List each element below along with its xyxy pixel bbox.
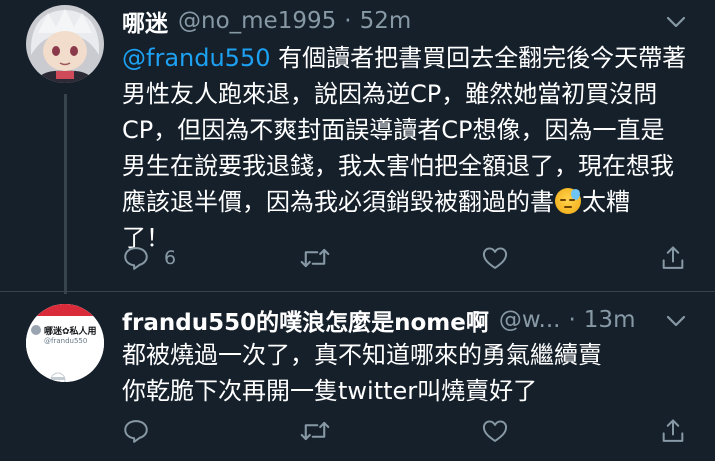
share-icon <box>659 417 687 445</box>
mention-link[interactable]: @frandu550 <box>122 44 271 72</box>
retweet-icon <box>300 417 330 445</box>
avatar[interactable] <box>26 5 104 83</box>
tweet-text-line-2: 男性友人跑來退，說因為逆CP，雖然她當初買沒問 <box>122 80 658 108</box>
reply-icon <box>122 244 150 272</box>
separator-dot: · <box>344 8 352 34</box>
timestamp[interactable]: 52m <box>360 8 412 34</box>
user-handle[interactable]: @no_me1995 <box>178 8 336 34</box>
tweet-header: 哪迷 @no_me1995 · 52m <box>122 4 411 38</box>
avatar-handle: @frandu550 <box>44 337 88 345</box>
tweet-header: frandu550的噗浪怎麼是nome啊 @w... · 13m <box>122 303 635 337</box>
share-icon <box>659 244 687 272</box>
timestamp[interactable]: 13m <box>584 307 636 333</box>
tweet-text: 都被燒過一次了，真不知道哪來的勇氣繼續賣 你乾脆下次再開一隻twitter叫燒賣… <box>122 337 707 409</box>
tweet-text-line-3: CP，但因為不爽封面誤導讀者CP想像，因為一直是 <box>122 116 665 144</box>
reply-button[interactable]: 6 <box>122 244 176 272</box>
separator-dot: · <box>568 307 576 333</box>
reply-button[interactable] <box>122 417 150 445</box>
avatar[interactable]: 哪迷✿私人用 @frandu550 <box>26 304 104 382</box>
retweet-icon <box>300 244 330 272</box>
tweet-text-line-5-content: 應該退半價，因為我必須銷毀被翻過的書 <box>122 188 554 216</box>
retweet-button[interactable] <box>300 244 330 272</box>
tweet-text: @frandu550 有個讀者把書買回去全翻完後今天帶著 男性友人跑來退，說因為… <box>122 40 707 256</box>
chevron-down-icon[interactable] <box>664 309 688 333</box>
tweet-text-line-1: @frandu550 有個讀者把書買回去全翻完後今天帶著 <box>122 40 707 76</box>
display-name[interactable]: frandu550的噗浪怎麼是nome啊 <box>122 303 489 337</box>
tweet-text-line-5: 應該退半價，因為我必須銷毀被翻過的書 太糟 <box>122 184 707 220</box>
reply-count: 6 <box>164 247 177 269</box>
reply-icon <box>122 417 150 445</box>
tweet-2[interactable]: 哪迷✿私人用 @frandu550 frandu550的噗浪怎麼是nome啊 @… <box>0 292 715 461</box>
user-handle[interactable]: @w... <box>499 307 561 333</box>
share-button[interactable] <box>659 417 687 445</box>
retweet-button[interactable] <box>300 417 330 445</box>
thread-connector-line <box>64 94 67 294</box>
tweet-text-line-2: 你乾脆下次再開一隻twitter叫燒賣好了 <box>122 377 538 405</box>
downcast-face-with-sweat-icon <box>555 188 581 214</box>
avatar-title: 哪迷✿私人用 <box>44 327 97 337</box>
tweet-text-line-1: 都被燒過一次了，真不知道哪來的勇氣繼續賣 <box>122 341 602 369</box>
heart-icon <box>481 417 509 445</box>
chevron-down-icon[interactable] <box>664 10 688 34</box>
display-name[interactable]: 哪迷 <box>122 4 168 38</box>
tweet-text-line-5-tail: 太糟 <box>582 188 630 216</box>
share-button[interactable] <box>659 244 687 272</box>
tweet-1[interactable]: 哪迷 @no_me1995 · 52m @frandu550 有個讀者把書買回去… <box>0 0 715 294</box>
like-button[interactable] <box>481 244 509 272</box>
heart-icon <box>481 244 509 272</box>
tweet-text-line-6: 了！ <box>122 224 170 252</box>
tweet-text-line-4: 男生在說要我退錢，我太害怕把全額退了，現在想我 <box>122 152 674 180</box>
like-button[interactable] <box>481 417 509 445</box>
tweet-text-line-1-content: 有個讀者把書買回去全翻完後今天帶著 <box>270 44 687 72</box>
